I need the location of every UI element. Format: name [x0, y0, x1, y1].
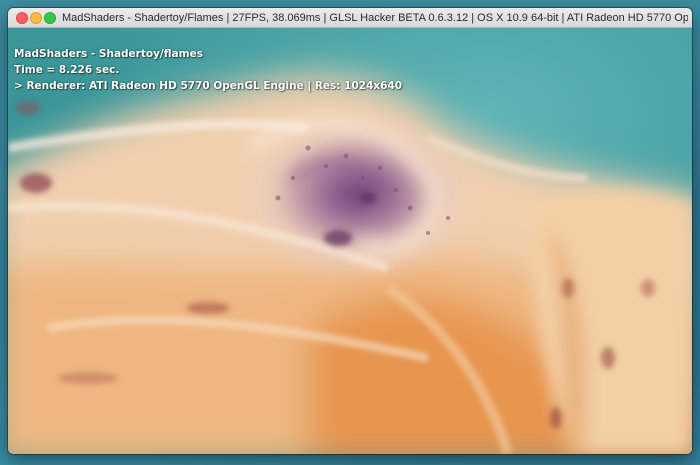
window-title: MadShaders - Shadertoy/Flames | 27FPS, 3… — [62, 12, 688, 24]
minimize-button[interactable] — [30, 12, 42, 24]
app-window: MadShaders - Shadertoy/Flames | 27FPS, 3… — [8, 8, 692, 454]
render-viewport[interactable]: MadShaders - Shadertoy/flames Time = 8.2… — [8, 28, 692, 454]
close-button[interactable] — [16, 12, 28, 24]
overlay-renderer-line: > Renderer: ATI Radeon HD 5770 OpenGL En… — [14, 80, 403, 92]
zoom-button[interactable] — [44, 12, 56, 24]
overlay-time-line: Time = 8.226 sec. — [14, 64, 120, 76]
title-bar[interactable]: MadShaders - Shadertoy/Flames | 27FPS, 3… — [8, 8, 692, 28]
overlay-app-line: MadShaders - Shadertoy/flames — [14, 48, 203, 60]
info-overlay: MadShaders - Shadertoy/flames Time = 8.2… — [14, 46, 402, 94]
